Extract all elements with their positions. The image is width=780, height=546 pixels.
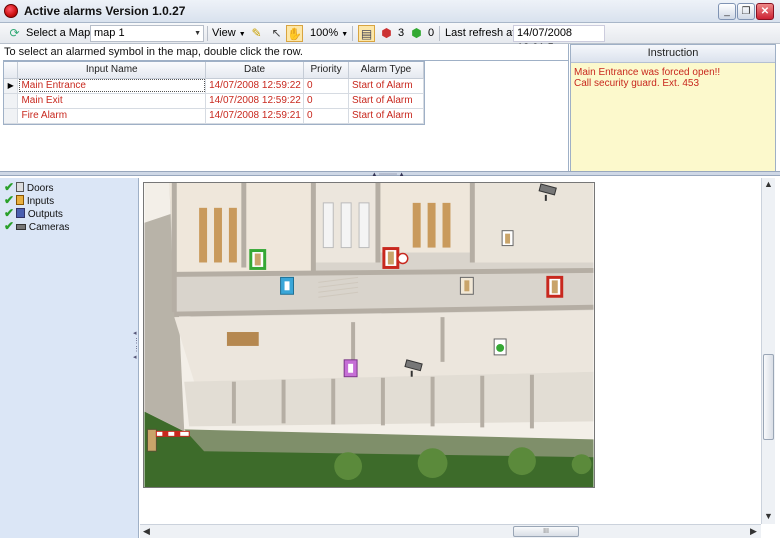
- alarm-count: 3: [398, 27, 405, 39]
- close-button[interactable]: ✕: [756, 3, 774, 20]
- cell-alarm-type[interactable]: Start of Alarm: [348, 78, 424, 94]
- pen-tool-icon[interactable]: ✎: [248, 25, 265, 42]
- tree-item-label: Cameras: [28, 222, 70, 233]
- check-icon[interactable]: ✔: [4, 219, 14, 233]
- scroll-down-icon[interactable]: ▼: [762, 510, 775, 523]
- alarm-list-hint: To select an alarmed symbol in the map, …: [4, 46, 303, 58]
- cell-input-name[interactable]: Main Exit: [17, 93, 207, 109]
- cell-input-name[interactable]: Fire Alarm: [17, 108, 207, 124]
- last-refresh-field: 14/07/2008 13:01:5: [513, 25, 605, 54]
- tree-item-label: Outputs: [27, 209, 63, 220]
- cell-priority[interactable]: 0: [303, 108, 349, 124]
- map-view[interactable]: [140, 178, 760, 528]
- divider: [568, 44, 569, 174]
- restore-button[interactable]: ❐: [737, 3, 755, 20]
- zoom-value: 100%: [310, 27, 339, 39]
- table-row[interactable]: Main Exit 14/07/2008 12:59:22 0 Start of…: [4, 93, 424, 109]
- door-symbol-neutral[interactable]: [459, 276, 474, 295]
- alarm-grid: Input Name Date Priority Alarm Type ▶ Ma…: [3, 61, 425, 125]
- title-bar: Active alarms Version 1.0.27 _ ❐ ✕: [0, 0, 780, 23]
- cell-alarm-type[interactable]: Start of Alarm: [348, 108, 424, 124]
- map-select-value: map 1: [94, 27, 125, 39]
- select-map-label: Select a Map:: [26, 27, 94, 39]
- table-row[interactable]: ▶ Main Entrance 14/07/2008 12:59:22 0 St…: [4, 78, 424, 94]
- row-indicator-icon: ▶: [4, 78, 19, 94]
- cell-date[interactable]: 14/07/2008 12:59:21: [205, 108, 305, 124]
- alarm-table: Input Name Date Priority Alarm Type ▶ Ma…: [4, 62, 424, 124]
- horizontal-scrollbar[interactable]: ◀ III ▶: [140, 524, 761, 538]
- cell-priority[interactable]: 0: [303, 93, 349, 109]
- refresh-map-icon[interactable]: ⟳: [6, 25, 23, 42]
- horizontal-scroll-thumb[interactable]: III: [513, 526, 579, 537]
- row-indicator-cell: [4, 108, 19, 124]
- row-indicator-header: [4, 62, 19, 79]
- check-icon[interactable]: ✔: [4, 193, 14, 207]
- column-header-priority[interactable]: Priority: [303, 62, 349, 79]
- table-row[interactable]: Fire Alarm 14/07/2008 12:59:21 0 Start o…: [4, 108, 424, 124]
- zoom-select[interactable]: 100% ▼: [310, 26, 348, 41]
- alarm-shield-icon: ⬢: [381, 26, 392, 40]
- column-header-input-name[interactable]: Input Name: [17, 62, 207, 79]
- tree-item-cameras[interactable]: ✔ Cameras: [4, 219, 70, 234]
- instruction-line: Call security guard. Ext. 453: [574, 78, 700, 89]
- minimize-button[interactable]: _: [718, 3, 736, 20]
- door-icon: [16, 182, 25, 192]
- door-symbol-main-exit-alarm[interactable]: [546, 275, 564, 298]
- device-tree: ✔ Doors ✔ Inputs ✔ Outputs ✔ Cameras ◂ ⋮ ⋮…: [0, 178, 140, 538]
- chevron-down-icon: ▼: [238, 31, 246, 38]
- output-icon: [16, 208, 26, 218]
- scroll-up-icon[interactable]: ▲: [762, 178, 775, 191]
- ok-shield-icon: ⬢: [411, 26, 422, 40]
- column-header-date[interactable]: Date: [205, 62, 305, 79]
- toolbar-separator: [352, 26, 353, 41]
- toolbar: ⟳ Select a Map: map 1 ▼ View ▼ ✎ ↖ ✋ 100…: [0, 23, 780, 54]
- cell-date[interactable]: 14/07/2008 12:59:22: [205, 93, 305, 109]
- alarm-table-header: Input Name Date Priority Alarm Type: [4, 62, 424, 79]
- column-header-alarm-type[interactable]: Alarm Type: [348, 62, 424, 79]
- chevron-down-icon: ▼: [341, 31, 349, 38]
- check-icon[interactable]: ✔: [4, 180, 14, 194]
- app-alarm-icon: [4, 4, 18, 18]
- scroll-left-icon[interactable]: ◀: [140, 525, 153, 538]
- vertical-splitter-grip-icon[interactable]: ◂ ⋮ ⋮ ◂: [133, 330, 140, 380]
- output-symbol-purple[interactable]: [343, 359, 358, 378]
- last-refresh-label: Last refresh at:: [445, 27, 519, 39]
- view-menu-label: View: [212, 27, 236, 39]
- door-symbol-green-status[interactable]: [493, 338, 507, 356]
- list-view-icon[interactable]: ▤: [358, 25, 375, 42]
- door-symbol-small[interactable]: [501, 230, 514, 247]
- instruction-text: Main Entrance was forced open!! Call sec…: [574, 67, 774, 89]
- chevron-down-icon: ▼: [194, 30, 201, 37]
- instruction-header: Instruction: [571, 45, 775, 63]
- cell-priority[interactable]: 0: [303, 78, 349, 94]
- vertical-scroll-thumb[interactable]: [763, 354, 774, 440]
- check-icon[interactable]: ✔: [4, 206, 14, 220]
- toolbar-separator: [439, 26, 440, 41]
- pan-hand-tool-icon[interactable]: ✋: [286, 25, 303, 42]
- tree-item-label: Doors: [26, 183, 54, 194]
- tree-item-label: Inputs: [26, 196, 55, 207]
- input-icon: [16, 195, 25, 205]
- pointer-tool-icon[interactable]: ↖: [268, 25, 285, 42]
- toolbar-separator: [207, 26, 208, 41]
- cell-input-name[interactable]: Main Entrance: [17, 78, 207, 94]
- row-indicator-cell: [4, 93, 19, 109]
- instruction-line: Main Entrance was forced open!!: [574, 67, 721, 78]
- scroll-right-icon[interactable]: ▶: [747, 525, 760, 538]
- ok-count: 0: [428, 27, 435, 39]
- camera-icon: [16, 224, 27, 230]
- input-symbol-blue[interactable]: [280, 276, 294, 295]
- vertical-scrollbar[interactable]: ▲ ▼: [761, 178, 775, 524]
- floor-plan-map[interactable]: [143, 182, 595, 488]
- window-title: Active alarms Version 1.0.27: [24, 4, 186, 18]
- door-symbol-green[interactable]: [249, 249, 267, 270]
- cell-date[interactable]: 14/07/2008 12:59:22: [205, 78, 305, 94]
- map-select[interactable]: map 1 ▼: [90, 25, 204, 42]
- view-menu[interactable]: View ▼: [212, 26, 246, 41]
- cell-alarm-type[interactable]: Start of Alarm: [348, 93, 424, 109]
- instruction-panel: Instruction Main Entrance was forced ope…: [570, 44, 776, 174]
